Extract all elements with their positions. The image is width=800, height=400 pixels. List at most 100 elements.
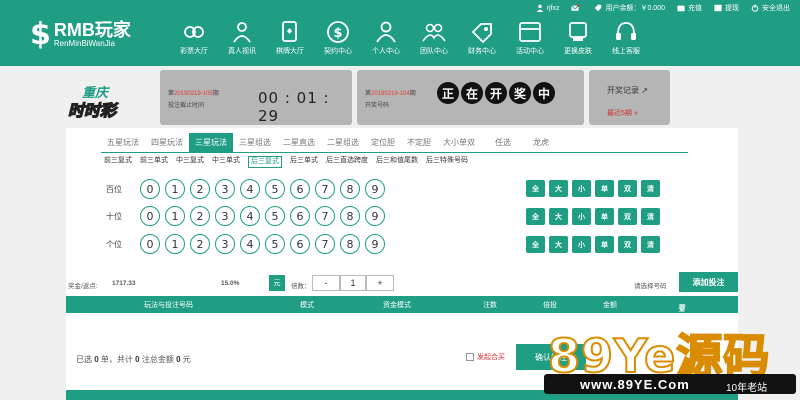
total-amount: 0 [176, 355, 181, 364]
subtab-active[interactable]: 后三复式 [248, 156, 282, 168]
number-ball[interactable]: 7 [315, 179, 335, 199]
subtab[interactable]: 后三特殊号码 [426, 156, 468, 168]
draw-ball: 中 [533, 82, 555, 104]
subtab[interactable]: 中三单式 [212, 156, 240, 168]
nav-contract[interactable]: $ 契约中心 [314, 20, 362, 56]
withdraw-label: 提现 [725, 5, 739, 12]
quick-all-button[interactable]: 全 [526, 236, 545, 253]
quick-big-button[interactable]: 大 [549, 180, 568, 197]
number-ball[interactable]: 5 [265, 234, 285, 254]
number-ball[interactable]: 8 [340, 206, 360, 226]
minus-button[interactable]: - [312, 275, 340, 291]
nav-activity[interactable]: 活动中心 [506, 20, 554, 56]
tab-play[interactable]: 不定胆 [401, 133, 437, 152]
tab-play[interactable]: 任选 [481, 133, 525, 152]
number-ball[interactable]: 0 [140, 206, 160, 226]
unit-yuan-button[interactable]: 元 [269, 275, 285, 291]
tab-play-active[interactable]: 三星玩法 [189, 133, 233, 152]
nav-team[interactable]: 团队中心 [410, 20, 458, 56]
number-ball[interactable]: 4 [240, 234, 260, 254]
tab-play[interactable]: 五星玩法 [101, 133, 145, 152]
plus-button[interactable]: + [366, 275, 394, 291]
nav-skin[interactable]: 更换皮肤 [554, 20, 602, 56]
joint-purchase-checkbox[interactable]: 发起合买 [466, 352, 505, 362]
nav-support[interactable]: 线上客服 [602, 20, 650, 56]
draw-records-link[interactable]: 开奖记录 ↗ [607, 85, 648, 96]
quick-all-button[interactable]: 全 [526, 208, 545, 225]
tab-play[interactable]: 三星组选 [233, 133, 277, 152]
quick-small-button[interactable]: 小 [572, 180, 591, 197]
number-ball[interactable]: 3 [215, 179, 235, 199]
number-ball[interactable]: 8 [340, 179, 360, 199]
lottery-game-logo: 重庆 时时彩 [67, 85, 119, 121]
subtab[interactable]: 后三和值尾数 [376, 156, 418, 168]
number-ball[interactable]: 1 [165, 206, 185, 226]
subtab[interactable]: 前三复式 [104, 156, 132, 168]
recent-draws-link[interactable]: 最近5期 » [607, 108, 638, 118]
number-ball[interactable]: 4 [240, 206, 260, 226]
number-ball[interactable]: 9 [365, 179, 385, 199]
quick-clear-button[interactable]: 清 [641, 208, 660, 225]
number-ball[interactable]: 7 [315, 234, 335, 254]
user-info[interactable]: rjfxz [536, 4, 560, 12]
quick-odd-button[interactable]: 单 [595, 180, 614, 197]
number-ball[interactable]: 2 [190, 234, 210, 254]
tab-play[interactable]: 大小单双 [437, 133, 481, 152]
number-ball[interactable]: 3 [215, 234, 235, 254]
number-ball[interactable]: 0 [140, 179, 160, 199]
tab-play[interactable]: 龙虎 [525, 133, 557, 152]
quick-odd-button[interactable]: 单 [595, 236, 614, 253]
quick-even-button[interactable]: 双 [618, 236, 637, 253]
number-ball[interactable]: 6 [290, 234, 310, 254]
number-ball[interactable]: 7 [315, 206, 335, 226]
quick-even-button[interactable]: 双 [618, 208, 637, 225]
headset-icon [616, 22, 636, 40]
number-ball[interactable]: 0 [140, 234, 160, 254]
quick-odd-button[interactable]: 单 [595, 208, 614, 225]
message-button[interactable] [571, 4, 582, 12]
subtab[interactable]: 后三单式 [290, 156, 318, 168]
recharge-link[interactable]: 充值 [677, 3, 702, 13]
quick-small-button[interactable]: 小 [572, 208, 591, 225]
number-ball[interactable]: 9 [365, 206, 385, 226]
svg-text:$: $ [333, 26, 342, 41]
username: rjfxz [546, 4, 560, 12]
number-ball[interactable]: 5 [265, 179, 285, 199]
nav-live-video[interactable]: 真人视讯 [218, 20, 266, 56]
subtab[interactable]: 后三直选跨度 [326, 156, 368, 168]
number-ball[interactable]: 5 [265, 206, 285, 226]
number-ball[interactable]: 9 [365, 234, 385, 254]
nav-finance[interactable]: 财务中心 [458, 20, 506, 56]
quick-even-button[interactable]: 双 [618, 180, 637, 197]
nav-lottery-hall[interactable]: 彩票大厅 [170, 20, 218, 56]
brand-logo[interactable]: $ RMB玩家 RenMinBiWanJia [30, 20, 131, 50]
quick-big-button[interactable]: 大 [549, 208, 568, 225]
quick-small-button[interactable]: 小 [572, 236, 591, 253]
number-ball[interactable]: 6 [290, 179, 310, 199]
add-bet-button[interactable]: 添加投注 [679, 272, 738, 292]
tab-play[interactable]: 四星玩法 [145, 133, 189, 152]
quick-clear-button[interactable]: 清 [641, 236, 660, 253]
subtab[interactable]: 中三复式 [176, 156, 204, 168]
tab-play[interactable]: 二星直选 [277, 133, 321, 152]
tab-play[interactable]: 二星组选 [321, 133, 365, 152]
multiple-input[interactable]: 1 [340, 275, 366, 291]
tab-play[interactable]: 定位胆 [365, 133, 401, 152]
number-ball[interactable]: 6 [290, 206, 310, 226]
number-ball[interactable]: 8 [340, 234, 360, 254]
quick-clear-button[interactable]: 清 [641, 180, 660, 197]
number-ball[interactable]: 2 [190, 179, 210, 199]
nav-personal[interactable]: 个人中心 [362, 20, 410, 56]
number-ball[interactable]: 1 [165, 234, 185, 254]
nav-chess-cards[interactable]: 棋牌大厅 [266, 20, 314, 56]
quick-big-button[interactable]: 大 [549, 236, 568, 253]
quick-all-button[interactable]: 全 [526, 180, 545, 197]
number-ball[interactable]: 3 [215, 206, 235, 226]
rebate-value[interactable]: 15.0% [221, 280, 239, 287]
number-ball[interactable]: 1 [165, 179, 185, 199]
number-ball[interactable]: 4 [240, 179, 260, 199]
logout-link[interactable]: 安全退出 [751, 3, 790, 13]
subtab[interactable]: 前三单式 [140, 156, 168, 168]
withdraw-link[interactable]: 提现 [714, 3, 739, 13]
number-ball[interactable]: 2 [190, 206, 210, 226]
